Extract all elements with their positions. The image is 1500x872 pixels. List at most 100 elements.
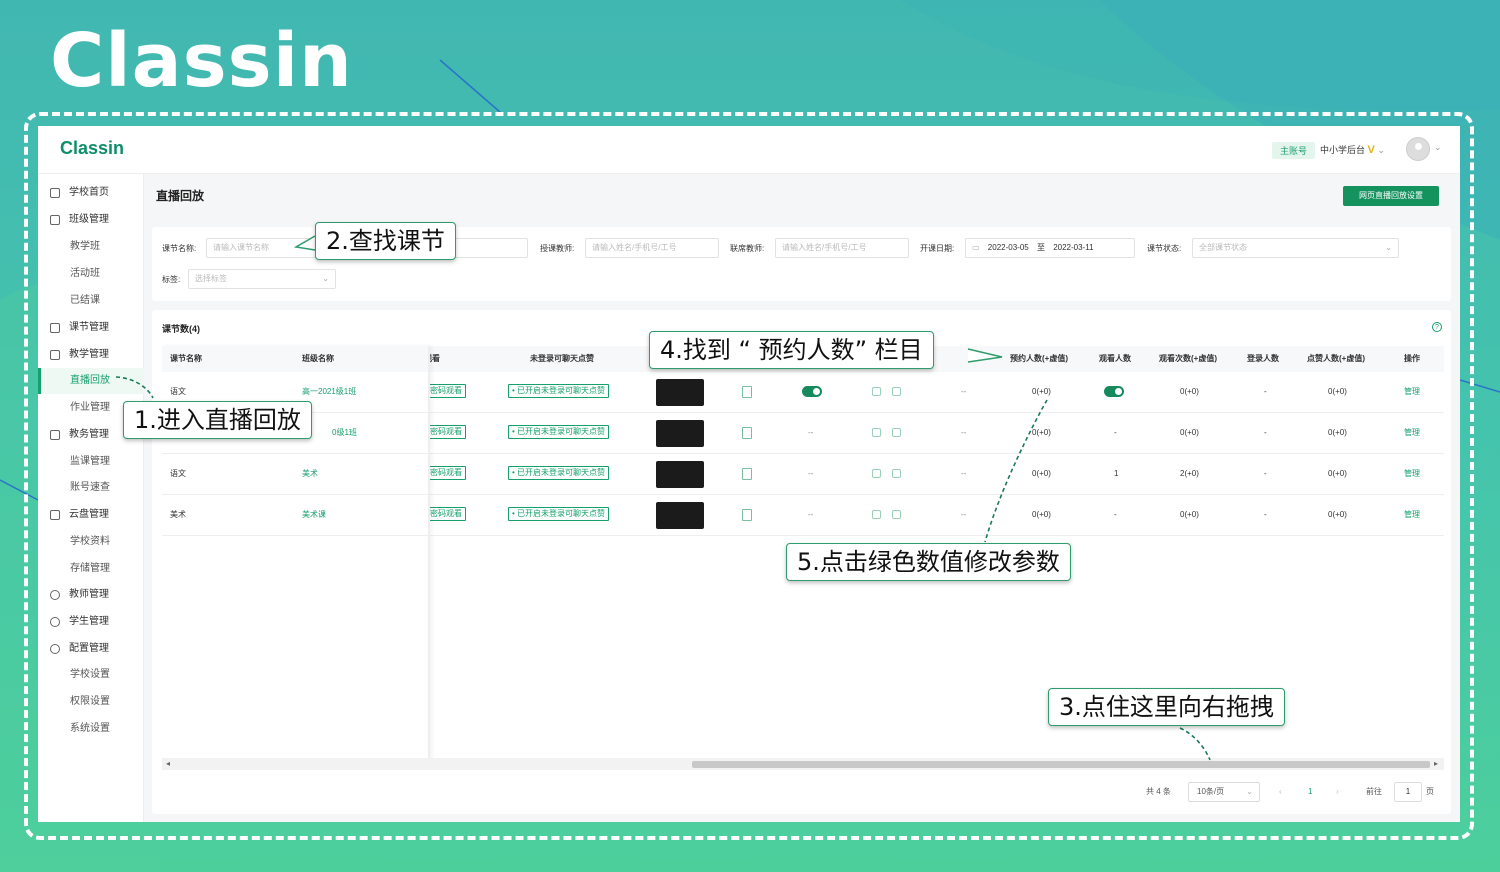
sidebar-item-label: 课节管理: [69, 322, 109, 333]
horizontal-scrollbar[interactable]: ◂ ▸: [162, 758, 1444, 770]
sidebar-item-account-lookup[interactable]: 账号速查: [38, 475, 144, 501]
sidebar-item-label: 教务管理: [69, 429, 109, 440]
document-icon[interactable]: [742, 509, 752, 521]
teacher-input[interactable]: 请输入姓名/手机号/工号: [585, 238, 719, 258]
document-icon[interactable]: [742, 427, 752, 439]
sidebar-item-storage[interactable]: 存储管理: [38, 556, 144, 582]
co-teacher-input[interactable]: 请输入姓名/手机号/工号: [775, 238, 909, 258]
sidebar-item-lesson[interactable]: 课节管理: [38, 315, 144, 341]
logins-value: -: [1264, 469, 1267, 478]
lock-icon[interactable]: [892, 428, 901, 437]
school-switcher[interactable]: 中小学后台 V ⌄: [1320, 143, 1385, 156]
sidebar-item-system-settings[interactable]: 系统设置: [38, 716, 144, 742]
video-thumbnail[interactable]: [656, 461, 704, 488]
audio-icon[interactable]: [872, 469, 881, 478]
col-class: 班级名称: [302, 354, 334, 363]
cell-dash: --: [961, 510, 967, 519]
watch-tag: 密码观看: [426, 425, 466, 439]
views-value[interactable]: 0(+0): [1180, 495, 1199, 535]
video-thumbnail[interactable]: [656, 502, 704, 529]
lesson-icon: [50, 323, 60, 333]
sidebar-item-teachers[interactable]: 教师管理: [38, 582, 144, 608]
tag-placeholder: 选择标签: [195, 274, 227, 283]
sidebar-item-teaching-class[interactable]: 教学班: [38, 234, 144, 260]
likes-value[interactable]: 0(+0): [1328, 495, 1347, 535]
replay-settings-button[interactable]: 网页直播回放设置: [1343, 186, 1439, 206]
date-start: 2022-03-05: [987, 243, 1029, 252]
booked-value[interactable]: 0(+0): [1032, 372, 1051, 412]
sidebar-item-config[interactable]: 配置管理: [38, 636, 144, 662]
likes-value[interactable]: 0(+0): [1328, 454, 1347, 494]
lesson-name-label: 课节名称:: [162, 244, 197, 253]
lock-icon[interactable]: [892, 510, 901, 519]
video-thumbnail[interactable]: [656, 379, 704, 406]
callout-step4: 4.找到 “ 预约人数” 栏目: [649, 331, 934, 369]
sidebar-item-school-files[interactable]: 学校资料: [38, 529, 144, 555]
next-page-icon[interactable]: ›: [1336, 782, 1339, 802]
sidebar: 学校首页 班级管理 教学班 活动班 已结课 课节管理 教学管理 直播回放 作业管…: [38, 174, 144, 822]
manage-link[interactable]: 管理: [1404, 372, 1420, 412]
chevron-down-icon: ⌄: [1385, 243, 1392, 252]
scroll-left-icon[interactable]: ◂: [166, 758, 170, 770]
frozen-row: 美术 美术课: [162, 495, 428, 536]
scrollbar-thumb[interactable]: [692, 761, 1430, 768]
watch-tag: 密码观看: [426, 384, 466, 398]
lock-icon[interactable]: [892, 387, 901, 396]
status-select[interactable]: 全部课节状态 ⌄: [1192, 238, 1399, 258]
viewers-value: 1: [1114, 469, 1119, 478]
sidebar-item-finished[interactable]: 已结课: [38, 288, 144, 314]
sidebar-item-label: 云盘管理: [69, 509, 109, 520]
sidebar-item-live-replay[interactable]: 直播回放: [38, 368, 144, 394]
settings-icon: [50, 644, 60, 654]
sidebar-item-students[interactable]: 学生管理: [38, 609, 144, 635]
sidebar-item-home[interactable]: 学校首页: [38, 180, 144, 206]
sidebar-item-cloud[interactable]: 云盘管理: [38, 502, 144, 528]
lesson-name: 语文: [170, 469, 186, 478]
views-value[interactable]: 0(+0): [1180, 372, 1199, 412]
scroll-right-icon[interactable]: ▸: [1434, 758, 1438, 770]
viewers-toggle[interactable]: [1104, 386, 1124, 397]
class-name-link[interactable]: 美术课: [302, 495, 326, 535]
class-name-link[interactable]: 0级1班: [332, 413, 357, 453]
document-icon[interactable]: [742, 468, 752, 480]
goto-page-input[interactable]: 1: [1394, 782, 1422, 802]
likes-value[interactable]: 0(+0): [1328, 413, 1347, 453]
sidebar-item-label: 教师管理: [69, 589, 109, 600]
views-value[interactable]: 0(+0): [1180, 413, 1199, 453]
audio-icon[interactable]: [872, 428, 881, 437]
document-icon[interactable]: [742, 386, 752, 398]
help-icon[interactable]: ?: [1432, 322, 1442, 332]
total-count: 共 4 条: [1146, 787, 1171, 796]
views-value[interactable]: 2(+0): [1180, 454, 1199, 494]
manage-link[interactable]: 管理: [1404, 413, 1420, 453]
tag-select[interactable]: 选择标签 ⌄: [188, 269, 336, 289]
page-size-select[interactable]: 10条/页 ⌄: [1188, 782, 1260, 802]
prev-page-icon[interactable]: ‹: [1279, 782, 1282, 802]
manage-link[interactable]: 管理: [1404, 495, 1420, 535]
page-unit: 页: [1426, 787, 1434, 796]
sidebar-item-school-settings[interactable]: 学校设置: [38, 662, 144, 688]
avatar[interactable]: [1406, 137, 1430, 161]
likes-value[interactable]: 0(+0): [1328, 372, 1347, 412]
sidebar-item-permissions[interactable]: 权限设置: [38, 689, 144, 715]
page-number[interactable]: 1: [1308, 782, 1312, 802]
sidebar-item-class[interactable]: 班级管理: [38, 207, 144, 233]
cell-dash: --: [961, 387, 967, 396]
class-name-link[interactable]: 美术: [302, 454, 318, 494]
audio-icon[interactable]: [872, 510, 881, 519]
sidebar-item-teaching[interactable]: 教学管理: [38, 342, 144, 368]
chevron-down-icon[interactable]: ⌄: [1434, 142, 1442, 153]
frozen-row: 语文 美术: [162, 454, 428, 495]
app-logo[interactable]: Classin: [60, 138, 124, 159]
toggle-switch[interactable]: [802, 386, 822, 397]
booked-value[interactable]: 0(+0): [1032, 454, 1051, 494]
sidebar-item-monitor[interactable]: 监课管理: [38, 449, 144, 475]
sidebar-item-activity-class[interactable]: 活动班: [38, 261, 144, 287]
video-thumbnail[interactable]: [656, 420, 704, 447]
audio-icon[interactable]: [872, 387, 881, 396]
date-range-picker[interactable]: ▭ 2022-03-05 至 2022-03-11: [965, 238, 1135, 258]
lock-icon[interactable]: [892, 469, 901, 478]
booked-value[interactable]: 0(+0): [1032, 495, 1051, 535]
booked-value[interactable]: 0(+0): [1032, 413, 1051, 453]
manage-link[interactable]: 管理: [1404, 454, 1420, 494]
